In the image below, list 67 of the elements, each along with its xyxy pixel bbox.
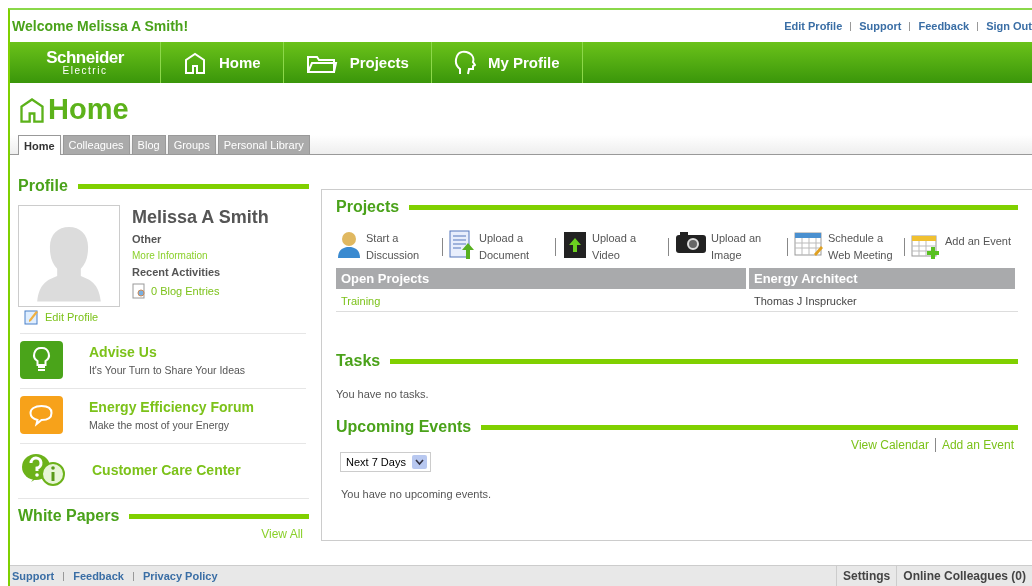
- camera-icon: [675, 230, 707, 256]
- project-link[interactable]: Training: [336, 289, 749, 312]
- action-link[interactable]: Upload a Video: [562, 230, 662, 264]
- film-upload-icon: [562, 230, 588, 260]
- promo-description: Make the most of your Energy: [89, 419, 231, 431]
- house-icon: [18, 95, 46, 124]
- promo-link[interactable]: Customer Care Center: [92, 462, 241, 478]
- head-icon: [453, 49, 476, 76]
- document-search-icon: [132, 283, 148, 299]
- column-header: Energy Architect: [749, 268, 1018, 289]
- calendar-add-icon: [911, 233, 941, 261]
- tab[interactable]: Blog: [131, 135, 166, 154]
- header-link[interactable]: Feedback: [918, 20, 970, 32]
- promo-description: It's Your Turn to Share Your Ideas: [89, 364, 246, 376]
- lightbulb-icon: [20, 341, 63, 379]
- empty-message: You have no tasks.: [336, 388, 430, 400]
- section-heading: White Papers: [18, 507, 120, 525]
- nav-item[interactable]: My Profile: [431, 42, 583, 83]
- logo[interactable]: Schneider Electric: [10, 42, 161, 83]
- action-link[interactable]: Upload an Image: [675, 230, 781, 264]
- empty-message: You have no upcoming events.: [341, 488, 493, 500]
- tab[interactable]: Personal Library: [217, 135, 310, 154]
- action-link[interactable]: Schedule a Web Meeting: [794, 230, 898, 264]
- chevron-down-icon: [411, 455, 427, 469]
- footer-link[interactable]: Privacy Policy: [142, 570, 218, 582]
- page-title: Home: [48, 93, 129, 126]
- action-link[interactable]: Upload a Document: [449, 230, 549, 264]
- header-link[interactable]: Sign Out: [986, 20, 1032, 32]
- house-icon: [183, 50, 207, 75]
- event-link[interactable]: View Calendar: [851, 438, 929, 452]
- range-dropdown[interactable]: Next 7 Days: [340, 452, 431, 472]
- blog-entries-link[interactable]: 0 Blog Entries: [151, 285, 220, 297]
- more-information-link[interactable]: More Information: [132, 250, 269, 261]
- promo-link[interactable]: Energy Efficiency Forum: [89, 399, 254, 415]
- table-cell: Thomas J Insprucker: [749, 289, 1018, 312]
- tab[interactable]: Home: [18, 135, 61, 155]
- calendar-icon: [794, 230, 824, 258]
- nav-item[interactable]: Home: [161, 42, 284, 83]
- footer-link[interactable]: Support: [12, 570, 55, 582]
- edit-icon: [24, 309, 39, 325]
- tab[interactable]: Groups: [167, 135, 216, 154]
- section-heading: Upcoming Events: [336, 418, 472, 436]
- header-link[interactable]: Support: [859, 20, 902, 32]
- section-heading: Profile: [18, 177, 68, 195]
- promo-link[interactable]: Advise Us: [89, 344, 246, 360]
- footer-link[interactable]: Feedback: [73, 570, 124, 582]
- speech-bubble-icon: [20, 396, 63, 434]
- nav-item[interactable]: Projects: [283, 42, 432, 83]
- action-link[interactable]: Start a Discussion: [336, 230, 436, 264]
- tab[interactable]: Colleagues: [62, 135, 130, 154]
- view-all-link[interactable]: View All: [261, 527, 303, 541]
- event-link[interactable]: Add an Event: [941, 438, 1014, 452]
- welcome-text: Welcome Melissa A Smith!: [12, 18, 189, 34]
- action-link[interactable]: Add an Event: [911, 233, 1015, 261]
- document-upload-icon: [449, 230, 475, 260]
- header-link[interactable]: Edit Profile: [784, 20, 843, 32]
- section-heading: Tasks: [336, 352, 381, 370]
- profile-name: Melissa A Smith: [132, 207, 269, 228]
- help-info-icon: [20, 452, 66, 488]
- footer-button[interactable]: Settings: [835, 566, 897, 586]
- edit-profile-link[interactable]: Edit Profile: [45, 311, 99, 323]
- section-heading: Projects: [336, 198, 400, 216]
- profile-role: Other: [132, 233, 163, 245]
- label-text: Recent Activities: [132, 266, 222, 278]
- person-icon: [336, 230, 362, 260]
- footer-button[interactable]: Online Colleagues (0): [896, 566, 1032, 586]
- column-header: Open Projects: [336, 268, 749, 289]
